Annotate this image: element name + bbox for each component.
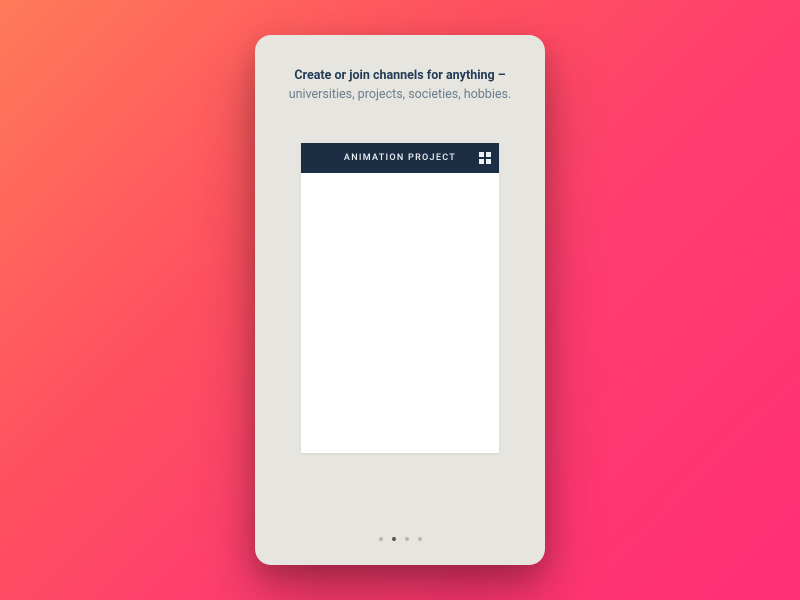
page-indicator[interactable] — [255, 537, 545, 541]
pager-dot-2[interactable] — [405, 537, 409, 541]
channel-title: ANIMATION PROJECT — [344, 153, 456, 163]
channel-preview: ANIMATION PROJECT — [301, 143, 499, 453]
onboarding-headline: Create or join channels for anything – u… — [289, 67, 512, 105]
channel-body — [301, 173, 499, 453]
grid-icon[interactable] — [479, 152, 491, 164]
pager-dot-3[interactable] — [418, 537, 422, 541]
headline-secondary: universities, projects, societies, hobbi… — [289, 87, 512, 102]
onboarding-card: Create or join channels for anything – u… — [255, 35, 545, 565]
headline-primary: Create or join channels for anything – — [294, 68, 505, 83]
channel-header: ANIMATION PROJECT — [301, 143, 499, 173]
pager-dot-1[interactable] — [392, 537, 396, 541]
pager-dot-0[interactable] — [379, 537, 383, 541]
